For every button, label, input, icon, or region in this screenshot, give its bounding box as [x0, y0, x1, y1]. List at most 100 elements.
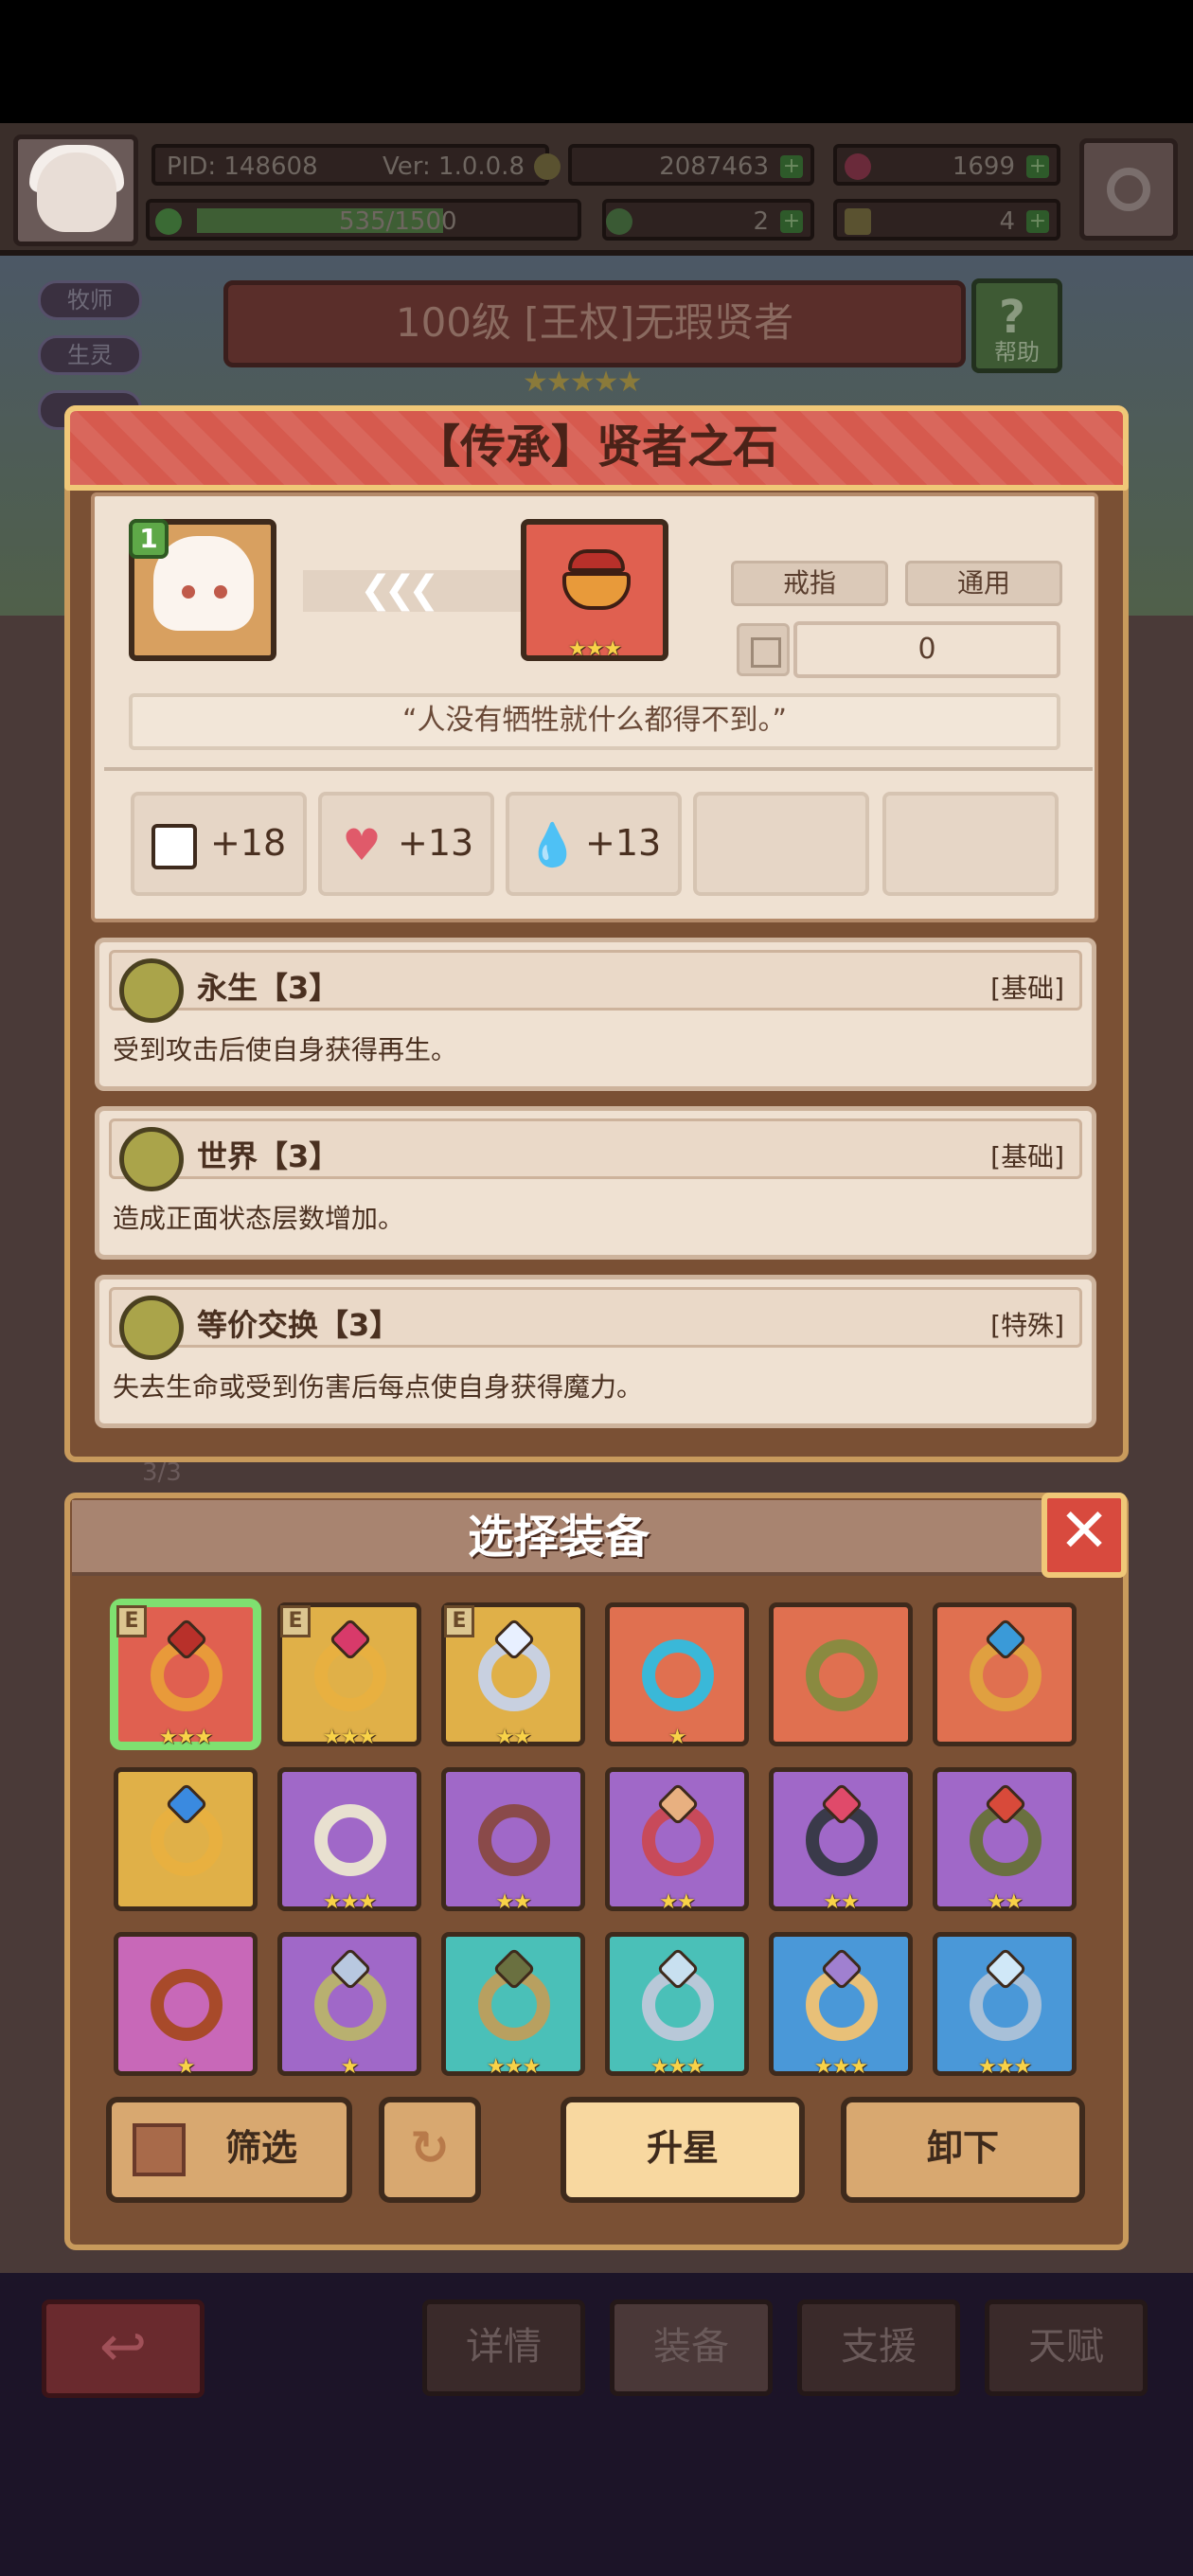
gem-panel: 1699 +: [833, 144, 1060, 186]
equipment-slot[interactable]: ★: [114, 1932, 258, 2079]
heart-icon: ♥: [342, 819, 382, 870]
slot-stars: ★: [668, 1726, 687, 1749]
stat-value: +13: [398, 822, 474, 864]
filter-button[interactable]: 筛选: [106, 2097, 352, 2203]
tab-talent[interactable]: 天赋: [985, 2299, 1148, 2396]
settings-button[interactable]: [1079, 138, 1178, 241]
skill-name: 等价交换【3】: [197, 1307, 401, 1343]
book-icon: [151, 824, 197, 869]
hero-name-banner: 100级 [王权]无瑕贤者: [223, 280, 966, 367]
status-bar-band: [0, 0, 1193, 123]
skill-name: 永生【3】: [197, 970, 340, 1006]
gem-amount: 1699: [952, 152, 1015, 181]
equipped-badge: E: [116, 1605, 147, 1637]
skill-card: 世界【3】 [基础] 造成正面状态层数增加。: [95, 1106, 1096, 1260]
help-button[interactable]: ? 帮助: [971, 278, 1062, 373]
skill-type: [基础]: [990, 973, 1064, 1004]
ring-icon: [478, 1804, 550, 1876]
gem-icon: [845, 153, 871, 180]
equipment-slot[interactable]: ★★★: [441, 1932, 585, 2079]
stat-value: +13: [585, 822, 662, 864]
item-stars: ★★★: [567, 637, 622, 661]
upgrade-star-button[interactable]: 升星: [561, 2097, 805, 2203]
stat-value: +18: [210, 822, 287, 864]
equipment-slot[interactable]: ★★★: [769, 1932, 913, 2079]
tab-support[interactable]: 支援: [797, 2299, 960, 2396]
class-tag[interactable]: 牧师: [38, 280, 142, 320]
equipment-slot[interactable]: ★★: [933, 1767, 1077, 1914]
equipment-slot[interactable]: ★: [605, 1602, 749, 1749]
equipment-slot[interactable]: [114, 1767, 258, 1911]
version-label: Ver: 1.0.0.8: [383, 152, 525, 181]
help-label: 帮助: [994, 339, 1040, 366]
skill-emblem-icon: [119, 958, 184, 1023]
coin-icon: [534, 153, 561, 180]
slot-stars: ★: [340, 2055, 360, 2079]
equipment-slot[interactable]: ★★★: [933, 1932, 1077, 2079]
slot-stars: ★★★: [977, 2055, 1032, 2079]
equipment-slot[interactable]: E ★★: [441, 1602, 585, 1749]
equipped-badge: E: [444, 1605, 474, 1637]
skill-desc: 失去生命或受到伤害后每点使自身获得魔力。: [113, 1371, 644, 1403]
gear-icon: [1107, 168, 1150, 211]
add-key-icon[interactable]: +: [1026, 210, 1049, 233]
unequip-button[interactable]: 卸下: [841, 2097, 1085, 2203]
ring-icon: [151, 1969, 223, 2041]
equipment-slot[interactable]: E ★★★: [277, 1602, 421, 1749]
add-clover-icon[interactable]: +: [780, 210, 803, 233]
equipment-slot[interactable]: ★★: [441, 1767, 585, 1914]
clover-currency-icon: [606, 208, 632, 235]
skill-type: [基础]: [990, 1141, 1064, 1172]
add-gold-icon[interactable]: +: [780, 155, 803, 178]
equipment-slot[interactable]: ★★: [605, 1767, 749, 1914]
back-arrow-icon: ↩: [98, 2314, 148, 2380]
equipment-slot[interactable]: [769, 1602, 913, 1746]
stat-empty-slot: [693, 792, 869, 896]
transfer-arrow: ❮❮❮: [303, 568, 521, 612]
race-tag[interactable]: 生灵: [38, 335, 142, 375]
skill-emblem-icon: [119, 1127, 184, 1191]
pid-panel: PID: 148608 Ver: 1.0.0.8: [151, 144, 561, 186]
player-avatar[interactable]: [13, 134, 138, 246]
pid-label: PID: 148608: [167, 152, 318, 181]
add-gem-icon[interactable]: +: [1026, 155, 1049, 178]
equipment-slot[interactable]: ★★★: [605, 1932, 749, 2079]
key-icon: [845, 208, 871, 235]
slot-stars: ★★: [823, 1890, 859, 1914]
gold-panel: 2087463 +: [568, 144, 814, 186]
arrows-left-icon: ❮❮❮: [360, 568, 439, 612]
scope-tag: 通用: [905, 561, 1062, 606]
tab-equipment[interactable]: 装备: [610, 2299, 773, 2396]
slot-stars: ★★★: [322, 1890, 377, 1914]
clover-icon: [155, 208, 182, 235]
equipment-slot[interactable]: [933, 1602, 1077, 1746]
close-button[interactable]: ✕: [1042, 1493, 1127, 1578]
stat-mana: 💧 +13: [506, 792, 682, 896]
grid-icon: [133, 2123, 186, 2176]
equipment-slot[interactable]: ★★★: [277, 1767, 421, 1914]
slot-stars: ★★★: [486, 2055, 541, 2079]
xp-value: 535/1500: [339, 207, 457, 236]
equipment-slot[interactable]: ★★: [769, 1767, 913, 1914]
clover-amount: 2: [753, 207, 769, 236]
chooser-title: 选择装备: [72, 1500, 1045, 1576]
inventory-icon: [737, 623, 790, 676]
equipment-slot[interactable]: E ★★★: [114, 1602, 258, 1749]
stat-empty-slot: [882, 792, 1059, 896]
key-panel: 4 +: [833, 199, 1060, 241]
xp-bar: 535/1500: [146, 199, 581, 241]
refresh-button[interactable]: ↻: [379, 2097, 481, 2203]
key-amount: 4: [999, 207, 1015, 236]
slot-stars: ★★: [495, 1726, 531, 1749]
type-tag: 戒指: [731, 561, 888, 606]
item-portrait[interactable]: ★★★: [521, 519, 668, 661]
back-button[interactable]: ↩: [42, 2299, 205, 2398]
stage-counter: 3/3: [142, 1458, 182, 1487]
slot-stars: ★★★: [158, 1726, 213, 1749]
skill-desc: 造成正面状态层数增加。: [113, 1203, 405, 1234]
ring-icon: [642, 1639, 714, 1711]
clover-panel: 2 +: [602, 199, 814, 241]
equipment-slot[interactable]: ★: [277, 1932, 421, 2079]
item-title-text: 【传承】贤者之石: [414, 420, 778, 474]
tab-details[interactable]: 详情: [422, 2299, 585, 2396]
